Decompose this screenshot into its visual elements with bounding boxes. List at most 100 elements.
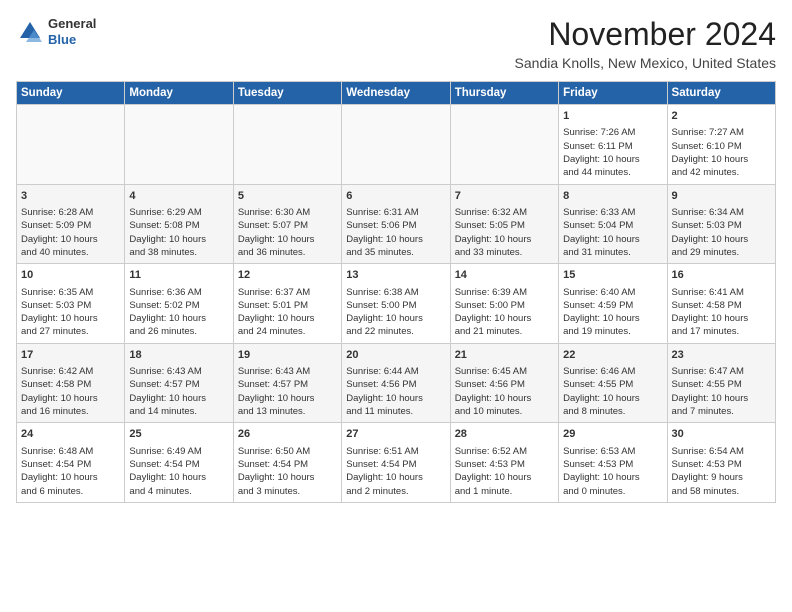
logo: General Blue	[16, 16, 96, 47]
day-number: 15	[563, 268, 662, 283]
day-info: Sunrise: 6:38 AM Sunset: 5:00 PM Dayligh…	[346, 286, 445, 339]
calendar-cell: 14 Sunrise: 6:39 AM Sunset: 5:00 PM Dayli…	[450, 264, 558, 344]
location-title: Sandia Knolls, New Mexico, United States	[515, 55, 776, 71]
day-info: Sunrise: 6:41 AM Sunset: 4:58 PM Dayligh…	[672, 286, 771, 339]
calendar: SundayMondayTuesdayWednesdayThursdayFrid…	[16, 81, 776, 503]
weekday-header-wednesday: Wednesday	[342, 82, 450, 105]
weekday-header-saturday: Saturday	[667, 82, 775, 105]
calendar-cell: 27 Sunrise: 6:51 AM Sunset: 4:54 PM Dayli…	[342, 423, 450, 503]
day-number: 8	[563, 189, 662, 204]
day-number: 19	[238, 348, 337, 363]
calendar-cell	[342, 105, 450, 185]
day-info: Sunrise: 6:48 AM Sunset: 4:54 PM Dayligh…	[21, 445, 120, 498]
calendar-cell: 22Sunrise: 6:46 AM Sunset: 4:55 PM Dayli…	[559, 343, 667, 423]
day-number: 27	[346, 427, 445, 442]
day-number: 12	[238, 268, 337, 283]
day-info: Sunrise: 6:49 AM Sunset: 4:54 PM Dayligh…	[129, 445, 228, 498]
week-row-3: 10 Sunrise: 6:35 AM Sunset: 5:03 PM Dayli…	[17, 264, 776, 344]
day-number: 6	[346, 189, 445, 204]
calendar-cell: 16 Sunrise: 6:41 AM Sunset: 4:58 PM Dayli…	[667, 264, 775, 344]
day-info: Sunrise: 6:39 AM Sunset: 5:00 PM Dayligh…	[455, 286, 554, 339]
calendar-cell: 3Sunrise: 6:28 AM Sunset: 5:09 PM Daylig…	[17, 184, 125, 264]
calendar-cell: 21Sunrise: 6:45 AM Sunset: 4:56 PM Dayli…	[450, 343, 558, 423]
day-number: 13	[346, 268, 445, 283]
day-number: 14	[455, 268, 554, 283]
day-number: 30	[672, 427, 771, 442]
header: General Blue November 2024 Sandia Knolls…	[16, 16, 776, 71]
calendar-cell: 20Sunrise: 6:44 AM Sunset: 4:56 PM Dayli…	[342, 343, 450, 423]
calendar-cell: 10 Sunrise: 6:35 AM Sunset: 5:03 PM Dayli…	[17, 264, 125, 344]
calendar-cell: 12Sunrise: 6:37 AM Sunset: 5:01 PM Dayli…	[233, 264, 341, 344]
day-number: 28	[455, 427, 554, 442]
week-row-2: 3Sunrise: 6:28 AM Sunset: 5:09 PM Daylig…	[17, 184, 776, 264]
calendar-cell: 6 Sunrise: 6:31 AM Sunset: 5:06 PM Daylig…	[342, 184, 450, 264]
calendar-cell: 30 Sunrise: 6:54 AM Sunset: 4:53 PM Dayli…	[667, 423, 775, 503]
calendar-cell: 19 Sunrise: 6:43 AM Sunset: 4:57 PM Dayli…	[233, 343, 341, 423]
weekday-header-tuesday: Tuesday	[233, 82, 341, 105]
calendar-cell: 7 Sunrise: 6:32 AM Sunset: 5:05 PM Daylig…	[450, 184, 558, 264]
day-info: Sunrise: 6:34 AM Sunset: 5:03 PM Dayligh…	[672, 206, 771, 259]
calendar-header-row: SundayMondayTuesdayWednesdayThursdayFrid…	[17, 82, 776, 105]
day-number: 3	[21, 189, 120, 204]
day-number: 10	[21, 268, 120, 283]
calendar-cell: 25 Sunrise: 6:49 AM Sunset: 4:54 PM Dayli…	[125, 423, 233, 503]
calendar-cell: 17Sunrise: 6:42 AM Sunset: 4:58 PM Dayli…	[17, 343, 125, 423]
calendar-cell: 2Sunrise: 7:27 AM Sunset: 6:10 PM Daylig…	[667, 105, 775, 185]
day-info: Sunrise: 6:43 AM Sunset: 4:57 PM Dayligh…	[129, 365, 228, 418]
day-info: Sunrise: 6:29 AM Sunset: 5:08 PM Dayligh…	[129, 206, 228, 259]
week-row-4: 17Sunrise: 6:42 AM Sunset: 4:58 PM Dayli…	[17, 343, 776, 423]
calendar-cell: 23 Sunrise: 6:47 AM Sunset: 4:55 PM Dayli…	[667, 343, 775, 423]
day-number: 22	[563, 348, 662, 363]
day-info: Sunrise: 6:43 AM Sunset: 4:57 PM Dayligh…	[238, 365, 337, 418]
day-number: 1	[563, 109, 662, 124]
day-number: 25	[129, 427, 228, 442]
day-info: Sunrise: 6:51 AM Sunset: 4:54 PM Dayligh…	[346, 445, 445, 498]
calendar-cell: 24 Sunrise: 6:48 AM Sunset: 4:54 PM Dayli…	[17, 423, 125, 503]
calendar-cell: 9 Sunrise: 6:34 AM Sunset: 5:03 PM Daylig…	[667, 184, 775, 264]
day-info: Sunrise: 6:31 AM Sunset: 5:06 PM Dayligh…	[346, 206, 445, 259]
day-info: Sunrise: 6:33 AM Sunset: 5:04 PM Dayligh…	[563, 206, 662, 259]
day-info: Sunrise: 6:32 AM Sunset: 5:05 PM Dayligh…	[455, 206, 554, 259]
day-info: Sunrise: 6:30 AM Sunset: 5:07 PM Dayligh…	[238, 206, 337, 259]
calendar-cell: 18Sunrise: 6:43 AM Sunset: 4:57 PM Dayli…	[125, 343, 233, 423]
weekday-header-thursday: Thursday	[450, 82, 558, 105]
month-title: November 2024	[515, 16, 776, 53]
calendar-cell: 5 Sunrise: 6:30 AM Sunset: 5:07 PM Daylig…	[233, 184, 341, 264]
calendar-cell: 13 Sunrise: 6:38 AM Sunset: 5:00 PM Dayli…	[342, 264, 450, 344]
day-info: Sunrise: 7:26 AM Sunset: 6:11 PM Dayligh…	[563, 126, 662, 179]
weekday-header-friday: Friday	[559, 82, 667, 105]
calendar-cell: 29Sunrise: 6:53 AM Sunset: 4:53 PM Dayli…	[559, 423, 667, 503]
logo-text: General Blue	[48, 16, 96, 47]
day-number: 17	[21, 348, 120, 363]
day-info: Sunrise: 6:53 AM Sunset: 4:53 PM Dayligh…	[563, 445, 662, 498]
logo-general: General	[48, 16, 96, 31]
day-number: 7	[455, 189, 554, 204]
day-number: 16	[672, 268, 771, 283]
day-info: Sunrise: 6:40 AM Sunset: 4:59 PM Dayligh…	[563, 286, 662, 339]
day-number: 23	[672, 348, 771, 363]
weekday-header-monday: Monday	[125, 82, 233, 105]
calendar-body: 1 Sunrise: 7:26 AM Sunset: 6:11 PM Daylig…	[17, 105, 776, 503]
calendar-cell: 28 Sunrise: 6:52 AM Sunset: 4:53 PM Dayli…	[450, 423, 558, 503]
day-info: Sunrise: 6:35 AM Sunset: 5:03 PM Dayligh…	[21, 286, 120, 339]
calendar-cell	[233, 105, 341, 185]
day-info: Sunrise: 6:50 AM Sunset: 4:54 PM Dayligh…	[238, 445, 337, 498]
logo-icon	[16, 18, 44, 46]
day-info: Sunrise: 6:45 AM Sunset: 4:56 PM Dayligh…	[455, 365, 554, 418]
logo-blue: Blue	[48, 32, 76, 47]
day-info: Sunrise: 6:47 AM Sunset: 4:55 PM Dayligh…	[672, 365, 771, 418]
day-number: 2	[672, 109, 771, 124]
day-number: 5	[238, 189, 337, 204]
calendar-cell: 15 Sunrise: 6:40 AM Sunset: 4:59 PM Dayli…	[559, 264, 667, 344]
day-number: 4	[129, 189, 228, 204]
day-number: 9	[672, 189, 771, 204]
day-number: 11	[129, 268, 228, 283]
week-row-1: 1 Sunrise: 7:26 AM Sunset: 6:11 PM Daylig…	[17, 105, 776, 185]
day-info: Sunrise: 6:52 AM Sunset: 4:53 PM Dayligh…	[455, 445, 554, 498]
weekday-header-sunday: Sunday	[17, 82, 125, 105]
calendar-cell: 8 Sunrise: 6:33 AM Sunset: 5:04 PM Daylig…	[559, 184, 667, 264]
day-number: 24	[21, 427, 120, 442]
day-info: Sunrise: 6:54 AM Sunset: 4:53 PM Dayligh…	[672, 445, 771, 498]
day-number: 26	[238, 427, 337, 442]
calendar-cell: 1 Sunrise: 7:26 AM Sunset: 6:11 PM Daylig…	[559, 105, 667, 185]
